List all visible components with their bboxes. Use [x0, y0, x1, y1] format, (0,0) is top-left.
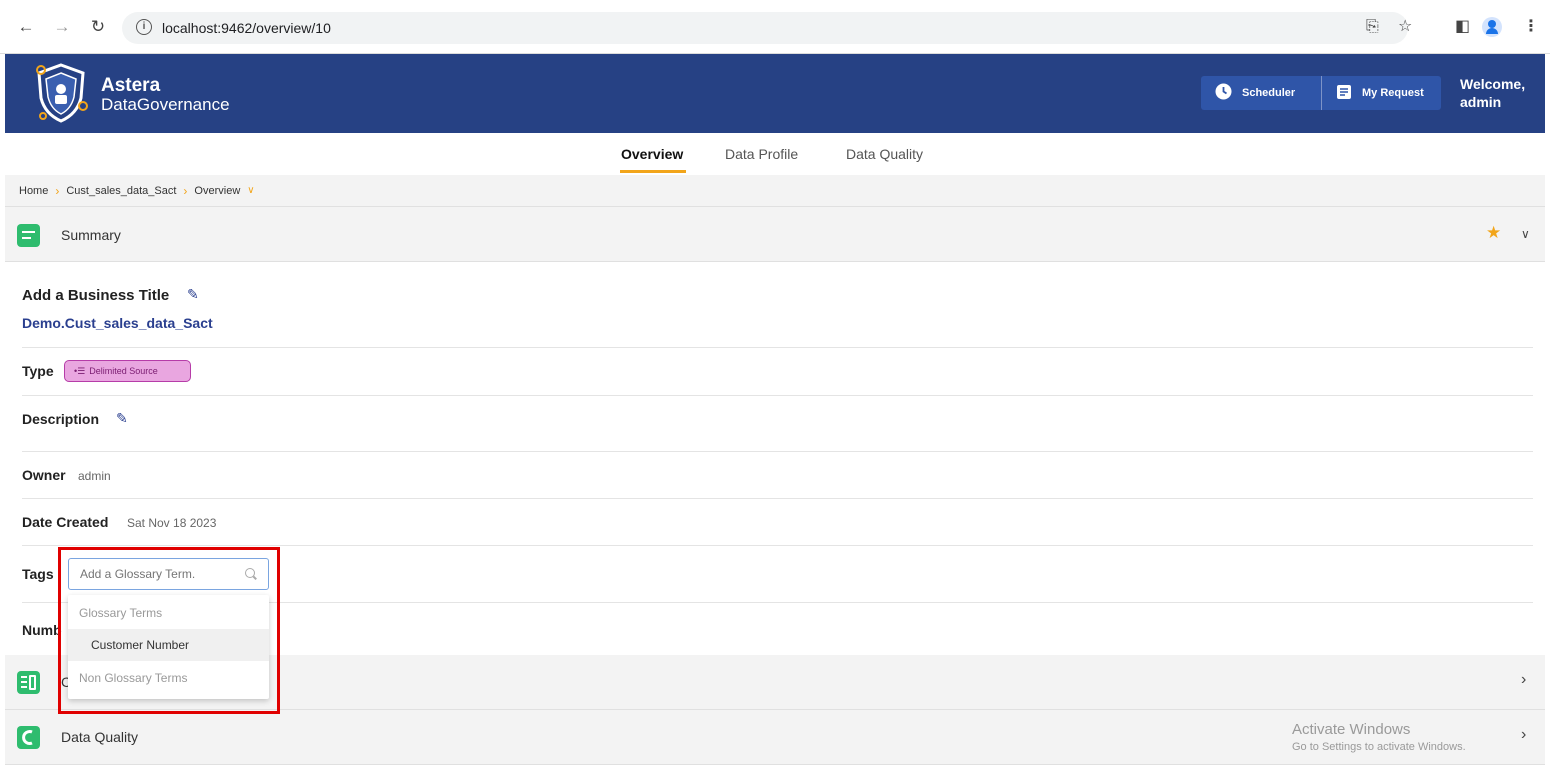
delimited-source-icon: •☰: [74, 365, 86, 376]
page-tabs: Overview Data Profile Data Quality: [0, 133, 1550, 175]
browser-toolbar: ← → ↻ i localhost:9462/overview/10 ⎘ ☆ ◧…: [0, 0, 1550, 54]
clock-icon: [1215, 83, 1232, 103]
brand-name: Astera: [101, 75, 161, 96]
app-header: Astera DataGovernance Scheduler My Reque…: [5, 54, 1545, 133]
reload-icon[interactable]: ↻: [88, 17, 108, 37]
my-request-label: My Request: [1362, 87, 1424, 99]
scheduler-button[interactable]: Scheduler: [1201, 76, 1321, 110]
edit-pencil-icon[interactable]: ✎: [187, 286, 199, 303]
request-document-icon: [1336, 84, 1352, 103]
tab-overview[interactable]: Overview: [621, 146, 683, 162]
my-request-button[interactable]: My Request: [1321, 76, 1441, 110]
brand-subtitle: DataGovernance: [101, 95, 230, 114]
chevron-right-icon: ›: [183, 183, 188, 198]
star-bookmark-icon[interactable]: ☆: [1398, 18, 1412, 36]
kebab-menu-icon[interactable]: ⋮: [1523, 18, 1539, 36]
active-tab-indicator: [620, 170, 686, 173]
chevron-down-icon[interactable]: ∨: [247, 185, 254, 196]
tab-data-quality[interactable]: Data Quality: [846, 146, 923, 162]
type-row: Type: [22, 348, 1533, 396]
scheduler-label: Scheduler: [1242, 87, 1296, 99]
business-title-row: Add a Business Title ✎ Demo.Cust_sales_d…: [22, 272, 1533, 348]
summary-icon: [17, 224, 40, 247]
summary-section-header[interactable]: Summary ★ ∨: [5, 207, 1545, 262]
url-text: localhost:9462/overview/10: [162, 20, 331, 36]
chevron-right-icon[interactable]: ›: [1521, 671, 1526, 689]
tags-label: Tags: [22, 566, 54, 582]
data-quality-title: Data Quality: [61, 729, 139, 745]
welcome-text: Welcome, admin: [1460, 76, 1526, 110]
date-created-row: Date Created Sat Nov 18 2023: [22, 499, 1533, 546]
description-label: Description: [22, 411, 100, 427]
business-title: Add a Business Title: [22, 287, 170, 304]
breadcrumb-current: Overview: [194, 184, 241, 197]
columns-icon: [17, 671, 40, 694]
chevron-right-icon: ›: [55, 183, 60, 198]
date-created-label: Date Created: [22, 514, 109, 530]
summary-title: Summary: [61, 227, 121, 243]
owner-row: Owner admin: [22, 452, 1533, 499]
asset-name: Demo.Cust_sales_data_Sact: [22, 315, 213, 331]
astera-logo-icon: [36, 63, 88, 123]
install-app-icon[interactable]: ⎘: [1366, 18, 1379, 36]
profile-avatar-icon[interactable]: [1482, 17, 1502, 37]
data-quality-icon: [17, 726, 40, 749]
date-created-value: Sat Nov 18 2023: [127, 516, 217, 530]
type-label: Type: [22, 363, 54, 379]
address-bar[interactable]: i localhost:9462/overview/10: [122, 12, 1408, 44]
edit-pencil-icon[interactable]: ✎: [116, 410, 128, 427]
activate-windows-subtitle: Go to Settings to activate Windows.: [1292, 741, 1466, 753]
description-row: Description ✎: [22, 396, 1533, 452]
breadcrumb-asset[interactable]: Cust_sales_data_Sact: [66, 185, 176, 197]
highlight-box: [58, 547, 280, 714]
forward-arrow-icon[interactable]: →: [52, 17, 72, 37]
number-label: Numb: [22, 622, 62, 638]
back-arrow-icon[interactable]: ←: [16, 17, 36, 37]
tab-data-profile[interactable]: Data Profile: [725, 146, 798, 162]
type-badge: •☰ Delimited Source: [64, 360, 191, 382]
site-info-icon[interactable]: i: [136, 19, 152, 35]
chevron-down-icon[interactable]: ∨: [1521, 227, 1530, 241]
side-panel-icon[interactable]: ◧: [1455, 18, 1470, 36]
breadcrumb: Home › Cust_sales_data_Sact › Overview ∨: [5, 175, 1545, 207]
activate-windows-title: Activate Windows: [1292, 721, 1411, 738]
chevron-right-icon[interactable]: ›: [1521, 726, 1526, 744]
owner-value: admin: [78, 469, 111, 483]
favorite-star-icon[interactable]: ★: [1486, 223, 1501, 243]
owner-label: Owner: [22, 467, 66, 483]
breadcrumb-home[interactable]: Home: [19, 185, 48, 197]
